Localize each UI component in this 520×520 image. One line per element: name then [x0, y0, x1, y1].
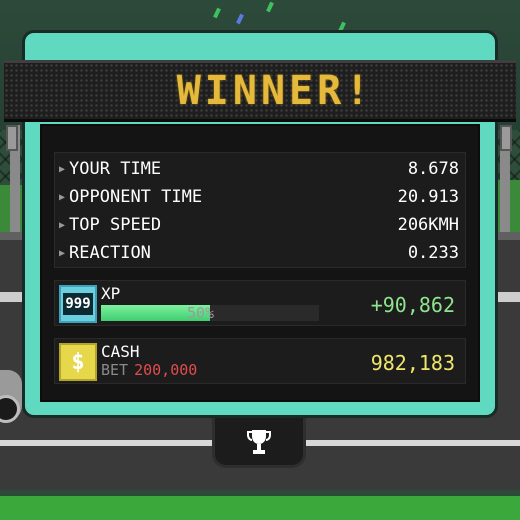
- stat-label-wrapper: ▶ OPPONENT TIME: [59, 187, 202, 207]
- stat-row-your-time: ▶ YOUR TIME 8.678: [55, 155, 467, 183]
- cash-row: $ CASH BET 200,000 982,183: [54, 338, 466, 384]
- stat-value: 20.913: [397, 187, 459, 207]
- banner-support: [6, 125, 18, 151]
- bet-label: BET: [101, 361, 129, 379]
- xp-gain: +90,862: [370, 293, 455, 317]
- stat-label: YOUR TIME: [69, 159, 162, 179]
- trophy-button[interactable]: [212, 418, 306, 468]
- stat-label: TOP SPEED: [69, 215, 162, 235]
- stat-row-reaction: ▶ REACTION 0.233: [55, 239, 467, 267]
- winner-banner: WINNER!: [4, 60, 516, 122]
- stat-label-wrapper: ▶ YOUR TIME: [59, 159, 161, 179]
- banner-support: [500, 125, 512, 151]
- xp-label: XP: [101, 284, 121, 303]
- stat-value: 206KMH: [397, 215, 459, 235]
- stat-label-wrapper: ▶ TOP SPEED: [59, 215, 161, 235]
- xp-row: 999 XP 50% +90,862: [54, 280, 466, 326]
- stat-row-top-speed: ▶ TOP SPEED 206KMH: [55, 211, 467, 239]
- trophy-icon: [247, 429, 271, 454]
- arrow-right-icon: ▶: [59, 247, 66, 259]
- background-grass: [0, 496, 520, 520]
- xp-progress-text: 50%: [187, 304, 215, 322]
- bet-value: 200,000: [134, 361, 198, 379]
- race-stats: ▶ YOUR TIME 8.678 ▶ OPPONENT TIME 20.913…: [54, 152, 466, 268]
- dollar-icon: $: [59, 343, 97, 381]
- stat-label-wrapper: ▶ REACTION: [59, 243, 151, 263]
- stat-label: OPPONENT TIME: [69, 187, 203, 207]
- level-value: 999: [63, 293, 93, 315]
- arrow-right-icon: ▶: [59, 191, 66, 203]
- stat-label: REACTION: [69, 243, 151, 263]
- cash-amount: 982,183: [370, 351, 455, 375]
- level-badge-icon: 999: [59, 285, 97, 323]
- stat-row-opponent-time: ▶ OPPONENT TIME 20.913: [55, 183, 467, 211]
- xp-progress-bar: 50%: [101, 305, 319, 321]
- cash-label: CASH: [101, 342, 140, 361]
- bet-line: BET 200,000: [101, 361, 197, 379]
- stat-value: 8.678: [407, 159, 459, 179]
- arrow-right-icon: ▶: [59, 219, 66, 231]
- stat-value: 0.233: [407, 243, 459, 263]
- arrow-right-icon: ▶: [59, 163, 66, 175]
- banner-title: WINNER!: [176, 68, 374, 114]
